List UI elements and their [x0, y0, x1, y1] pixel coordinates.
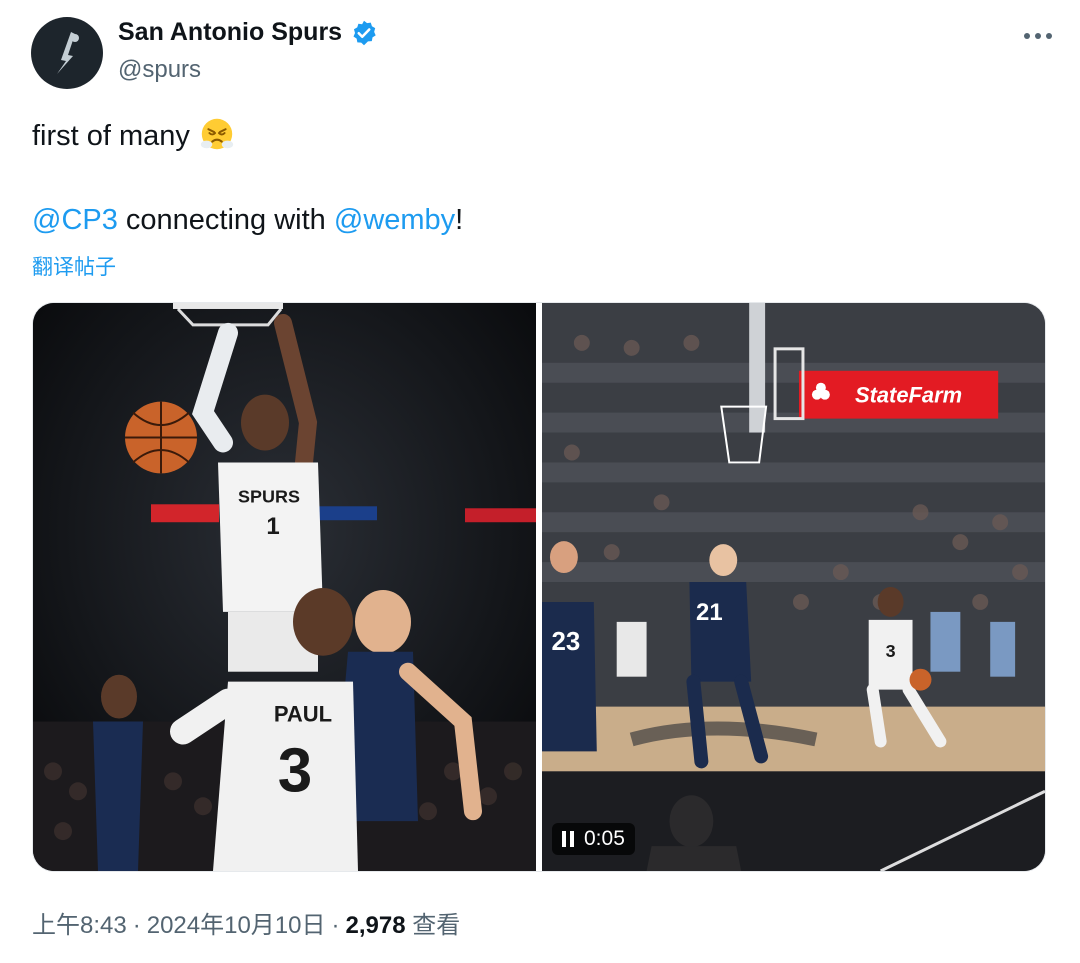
dunker-jersey-text: SPURS [238, 486, 300, 506]
paul-jersey-number: 3 [278, 736, 312, 805]
tweet-line-1: first of many [32, 115, 463, 157]
media-grid: SPURS 1 PAUL 3 StateFarm 23 21 3 0:05 [32, 302, 1046, 872]
dunk-photo-illustration: SPURS 1 PAUL 3 [33, 303, 536, 871]
more-icon [1024, 33, 1052, 39]
more-options-button[interactable] [1018, 16, 1058, 56]
dunk-photo[interactable]: SPURS 1 PAUL 3 [33, 303, 536, 871]
video-player-3: 3 [886, 641, 896, 661]
meta-separator: · [331, 912, 340, 939]
mention-cp3-link[interactable]: @CP3 [32, 204, 118, 236]
tweet-text: first of many @CP3 connecting with @wemb… [32, 115, 463, 241]
video-player-21: 21 [696, 599, 723, 626]
paul-jersey-name: PAUL [274, 702, 332, 727]
display-name[interactable]: San Antonio Spurs [118, 18, 342, 47]
tweet-date[interactable]: 2024年10月10日 [147, 912, 326, 939]
translate-post-link[interactable]: 翻译帖子 [32, 251, 116, 281]
avatar[interactable] [31, 17, 103, 89]
video-timestamp: 0:05 [584, 827, 625, 850]
spurs-logo-icon [57, 32, 79, 74]
user-handle[interactable]: @spurs [118, 56, 201, 84]
video-timestamp-badge[interactable]: 0:05 [552, 823, 635, 855]
video-player-23: 23 [552, 628, 581, 656]
video-frame-illustration: StateFarm 23 21 3 [542, 303, 1045, 871]
tweet-line-2: @CP3 connecting with @wemby! [32, 199, 463, 241]
tweet-time[interactable]: 上午8:43 [32, 912, 127, 939]
arena-sign [151, 504, 219, 523]
views-label: 查看 [412, 912, 461, 939]
author-name-row: San Antonio Spurs [118, 18, 378, 47]
tweet-middle-text: connecting with [117, 204, 334, 236]
highlight-video[interactable]: StateFarm 23 21 3 0:05 [542, 303, 1045, 871]
mention-wemby-link[interactable]: @wemby [334, 204, 455, 236]
dunker-number: 1 [266, 513, 279, 540]
statefarm-text: StateFarm [855, 383, 962, 408]
verified-badge-icon [353, 20, 376, 45]
pause-icon[interactable] [562, 830, 574, 848]
meta-separator: · [132, 912, 141, 939]
face-with-steam-emoji-icon [200, 118, 234, 150]
views-count: 2,978 [345, 912, 406, 939]
tweet-line-1-text: first of many [32, 120, 190, 152]
tweet-end-text: ! [455, 204, 464, 236]
tweet-meta: 上午8:43 · 2024年10月10日 · 2,978 查看 [32, 905, 460, 940]
